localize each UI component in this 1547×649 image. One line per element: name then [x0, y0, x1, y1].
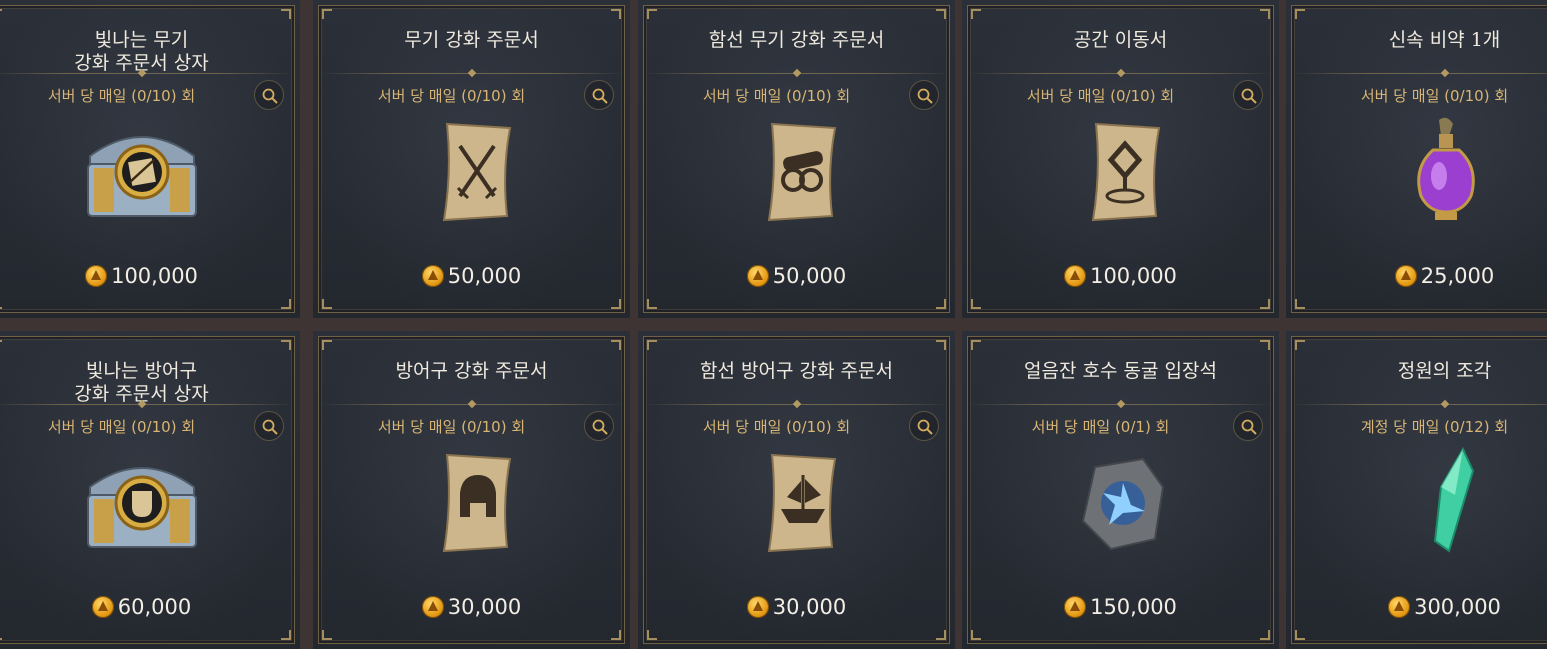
price-value: 60,000	[117, 595, 192, 619]
price: 150,000	[962, 589, 1279, 625]
scroll-crossed-swords-icon	[442, 122, 511, 222]
shop-item-card[interactable]: 정원의 조각 계정 당 매일 (0/12) 회 300,000	[1286, 331, 1547, 649]
purchase-limit: 서버 당 매일 (0/10) 회	[702, 418, 851, 436]
scroll-helmet-icon	[442, 453, 511, 553]
item-title: 무기 강화 주문서	[404, 28, 539, 51]
divider	[1292, 404, 1547, 405]
magnifier-icon	[917, 88, 933, 104]
price-value: 30,000	[447, 595, 522, 619]
zoom-button[interactable]	[584, 80, 614, 110]
item-title: 방어구 강화 주문서	[395, 359, 548, 382]
zoom-button[interactable]	[254, 411, 284, 441]
purchase-limit: 서버 당 매일 (0/10) 회	[1026, 87, 1175, 105]
gold-coin-icon	[1388, 596, 1411, 618]
shop-item-card[interactable]: 빛나는 방어구 강화 주문서 상자 서버 당 매일 (0/10) 회 60,00…	[0, 331, 300, 649]
shop-item-card[interactable]: 빛나는 무기 강화 주문서 상자 서버 당 매일 (0/10) 회 100,00…	[0, 0, 300, 318]
price-value: 100,000	[1090, 264, 1177, 288]
magnifier-icon	[592, 419, 608, 435]
gold-coin-icon	[1064, 265, 1087, 287]
treasure-chest-armor-icon	[86, 467, 197, 548]
divider	[0, 73, 294, 74]
price-value: 50,000	[772, 264, 847, 288]
shop-item-card[interactable]: 공간 이동서 서버 당 매일 (0/10) 회 100,000	[962, 0, 1279, 318]
gold-coin-icon	[1064, 596, 1087, 618]
purchase-limit: 서버 당 매일 (0/1) 회	[1031, 418, 1170, 436]
purchase-limit: 서버 당 매일 (0/10) 회	[377, 87, 526, 105]
price-value: 30,000	[772, 595, 847, 619]
green-crystal-shard-icon	[1433, 447, 1474, 553]
item-title: 함선 무기 강화 주문서	[708, 28, 885, 51]
gold-coin-icon	[91, 596, 114, 618]
price-value: 25,000	[1420, 264, 1495, 288]
zoom-button[interactable]	[1233, 411, 1263, 441]
blue-rune-stone-icon	[1081, 457, 1164, 551]
magnifier-icon	[917, 419, 933, 435]
magnifier-icon	[262, 88, 278, 104]
zoom-button[interactable]	[909, 80, 939, 110]
scroll-teleport-icon	[1091, 122, 1160, 222]
gold-coin-icon	[85, 265, 108, 287]
purple-potion-icon	[1416, 117, 1475, 220]
price: 30,000	[638, 589, 955, 625]
shop-item-card[interactable]: 얼음잔 호수 동굴 입장석 서버 당 매일 (0/1) 회 150,000	[962, 331, 1279, 649]
treasure-chest-sword-icon	[86, 136, 197, 217]
purchase-limit: 서버 당 매일 (0/10) 회	[47, 87, 196, 105]
shop-item-card[interactable]: 방어구 강화 주문서 서버 당 매일 (0/10) 회 30,000	[313, 331, 630, 649]
item-title: 빛나는 방어구 강화 주문서 상자	[74, 360, 209, 405]
item-title: 함선 방어구 강화 주문서	[700, 359, 893, 382]
price: 300,000	[1286, 589, 1547, 625]
shop-grid: 빛나는 무기 강화 주문서 상자 서버 당 매일 (0/10) 회 100,00…	[0, 0, 1547, 649]
gold-coin-icon	[1394, 265, 1417, 287]
purchase-limit: 계정 당 매일 (0/12) 회	[1360, 418, 1509, 436]
price: 50,000	[638, 258, 955, 294]
purchase-limit: 서버 당 매일 (0/10) 회	[702, 87, 851, 105]
shop-item-card[interactable]: 무기 강화 주문서 서버 당 매일 (0/10) 회 50,000	[313, 0, 630, 318]
price-value: 300,000	[1414, 595, 1501, 619]
purchase-limit: 서버 당 매일 (0/10) 회	[47, 418, 196, 436]
gold-coin-icon	[746, 265, 769, 287]
price: 50,000	[313, 258, 630, 294]
gold-coin-icon	[746, 596, 769, 618]
purchase-limit: 서버 당 매일 (0/10) 회	[1360, 87, 1509, 105]
price: 100,000	[0, 258, 300, 294]
item-title: 정원의 조각	[1397, 359, 1492, 382]
shop-item-card[interactable]: 신속 비약 1개 서버 당 매일 (0/10) 회 25,000	[1286, 0, 1547, 318]
price: 30,000	[313, 589, 630, 625]
price: 25,000	[1286, 258, 1547, 294]
shop-item-card[interactable]: 함선 방어구 강화 주문서 서버 당 매일 (0/10) 회 30,000	[638, 331, 955, 649]
purchase-limit: 서버 당 매일 (0/10) 회	[377, 418, 526, 436]
magnifier-icon	[1241, 419, 1257, 435]
scroll-ship-icon	[767, 453, 836, 553]
gold-coin-icon	[421, 596, 444, 618]
price: 100,000	[962, 258, 1279, 294]
scroll-cannon-icon	[767, 122, 836, 222]
price: 60,000	[0, 589, 300, 625]
price-value: 150,000	[1090, 595, 1177, 619]
zoom-button[interactable]	[1233, 80, 1263, 110]
zoom-button[interactable]	[254, 80, 284, 110]
divider	[0, 404, 294, 405]
magnifier-icon	[592, 88, 608, 104]
price-value: 100,000	[111, 264, 198, 288]
price-value: 50,000	[447, 264, 522, 288]
item-title: 얼음잔 호수 동굴 입장석	[1024, 359, 1217, 382]
magnifier-icon	[262, 419, 278, 435]
gold-coin-icon	[421, 265, 444, 287]
zoom-button[interactable]	[584, 411, 614, 441]
divider	[1292, 73, 1547, 74]
magnifier-icon	[1241, 88, 1257, 104]
item-title: 빛나는 무기 강화 주문서 상자	[74, 29, 209, 74]
item-title: 신속 비약 1개	[1388, 28, 1501, 51]
shop-item-card[interactable]: 함선 무기 강화 주문서 서버 당 매일 (0/10) 회 50,000	[638, 0, 955, 318]
item-title: 공간 이동서	[1073, 28, 1168, 51]
zoom-button[interactable]	[909, 411, 939, 441]
